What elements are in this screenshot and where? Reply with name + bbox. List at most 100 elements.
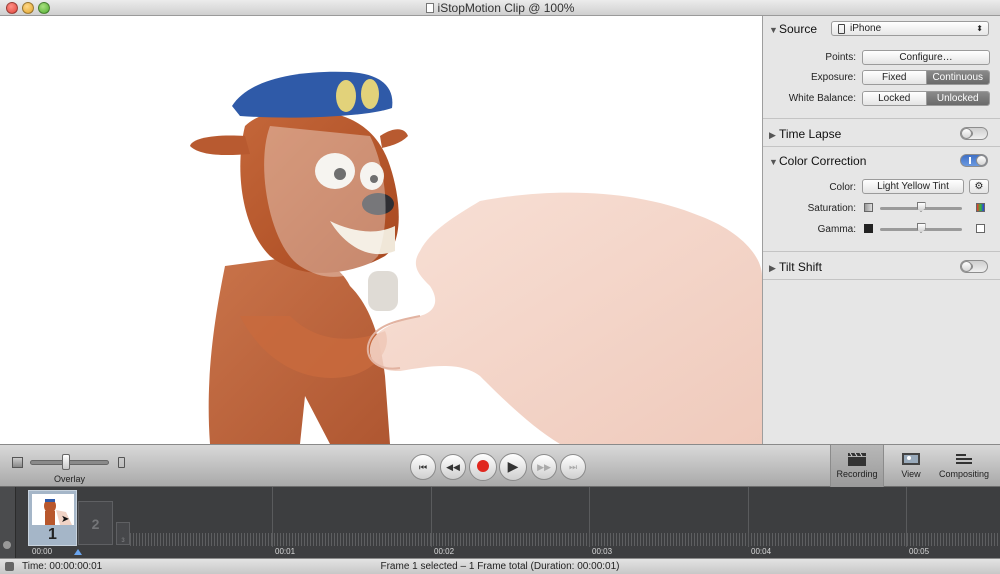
skip-to-end-icon: ⏭ [568, 462, 578, 472]
timeline-clock-icon [3, 541, 11, 549]
video-viewer[interactable] [0, 16, 762, 444]
gear-icon: ⚙ [974, 181, 984, 192]
gamma-label: Gamma: [817, 224, 856, 235]
inspector-panel: ▼Source iPhone ⬍ Points: Configure… Expo… [762, 16, 1000, 444]
timeline-second-tick [272, 487, 273, 547]
white-balance-segmented-control: Locked Unlocked [862, 91, 990, 106]
record-icon [477, 459, 489, 472]
document-icon [425, 3, 434, 13]
frame-number: 3 [121, 538, 125, 544]
on-icon [969, 157, 971, 164]
mouse-pointer-icon: ➤ [61, 514, 70, 525]
film-strip-icon [12, 457, 23, 468]
gamma-slider-knob[interactable] [916, 223, 926, 233]
record-button[interactable] [469, 453, 497, 481]
step-forward-button[interactable]: ▶▶ [531, 454, 557, 480]
recording-tool-label: Recording [836, 469, 878, 479]
light-gamma-icon [976, 224, 985, 233]
disclosure-triangle-closed-icon: ▶ [769, 130, 776, 140]
camera-preview-image [190, 71, 762, 444]
disclosure-triangle-open-icon: ▼ [769, 25, 778, 35]
tilt-shift-toggle[interactable] [960, 260, 988, 273]
play-button[interactable]: ▶ [499, 453, 527, 481]
window-title-text: iStopMotion Clip @ 100% [437, 1, 575, 15]
disclosure-triangle-open-icon: ▼ [769, 157, 778, 167]
section-divider [763, 118, 1000, 119]
skip-to-start-icon: ⏮ [418, 462, 428, 472]
control-bar: Overlay ⏮ ◀◀ ▶ ▶▶ ⏭ Recording View Compo… [0, 444, 1000, 487]
saturation-label: Saturation: [807, 203, 856, 214]
frame-number: 1 [48, 526, 57, 543]
toggle-knob [961, 128, 972, 139]
time-lapse-toggle[interactable] [960, 127, 988, 140]
color-correction-toggle[interactable] [960, 154, 988, 167]
time-label: 00:02 [434, 547, 455, 556]
time-lapse-heading: Time Lapse [779, 127, 842, 141]
tilt-shift-heading: Tilt Shift [779, 260, 822, 274]
color-settings-gear-button[interactable]: ⚙ [969, 179, 989, 194]
view-tool-label: View [901, 469, 921, 479]
points-label: Points: [825, 52, 856, 63]
white-balance-locked-option[interactable]: Locked [863, 92, 926, 105]
toggle-knob [961, 261, 972, 272]
selection-summary: Frame 1 selected – 1 Frame total (Durati… [380, 561, 620, 572]
color-correction-section-header[interactable]: ▼Color Correction [769, 154, 866, 168]
iphone-icon [838, 24, 845, 34]
clapperboard-icon [848, 452, 866, 466]
source-device-popup[interactable]: iPhone ⬍ [831, 21, 989, 36]
high-saturation-icon [976, 203, 985, 212]
white-balance-unlocked-option[interactable]: Unlocked [925, 92, 989, 105]
timeline-frame-2[interactable]: 2 [78, 501, 113, 545]
time-label: 00:00 [32, 547, 53, 556]
timeline-second-tick [431, 487, 432, 547]
layers-icon [956, 454, 972, 464]
exposure-segmented-control: Fixed Continuous [862, 70, 990, 85]
white-balance-label: White Balance: [788, 93, 856, 104]
step-back-button[interactable]: ◀◀ [440, 454, 466, 480]
tilt-shift-section-header[interactable]: ▶ Tilt Shift [769, 260, 822, 274]
timeline-frame-1[interactable]: ➤ 1 [28, 490, 77, 546]
overlay-slider-knob[interactable] [61, 454, 70, 470]
low-saturation-icon [864, 203, 873, 212]
configure-points-button[interactable]: Configure… [862, 50, 990, 65]
view-screen-icon [902, 453, 920, 465]
section-divider [763, 251, 1000, 252]
disclosure-triangle-closed-icon: ▶ [769, 263, 776, 273]
skip-to-start-button[interactable]: ⏮ [410, 454, 436, 480]
step-back-icon: ◀◀ [446, 462, 460, 472]
color-label: Color: [829, 182, 856, 193]
timeline-second-tick [589, 487, 590, 547]
view-tool-button[interactable]: View [884, 445, 938, 487]
frame-number: 2 [91, 516, 100, 532]
popup-arrows-icon: ⬍ [976, 24, 983, 33]
skip-to-end-button[interactable]: ⏭ [560, 454, 586, 480]
exposure-fixed-option[interactable]: Fixed [863, 71, 926, 84]
timeline-frame-3[interactable]: 3 [116, 522, 130, 545]
color-correction-heading: Color Correction [779, 154, 867, 168]
source-heading: Source [779, 22, 818, 36]
timeline-second-tick [748, 487, 749, 547]
playhead-marker-icon[interactable] [74, 549, 82, 555]
window-title: iStopMotion Clip @ 100% [0, 1, 1000, 15]
play-icon: ▶ [507, 458, 519, 474]
color-tint-button[interactable]: Light Yellow Tint [862, 179, 964, 194]
title-bar: iStopMotion Clip @ 100% [0, 0, 1000, 16]
source-section-header[interactable]: ▼Source [769, 22, 817, 36]
time-label: 00:04 [751, 547, 772, 556]
timeline-ruler [130, 533, 1000, 546]
dark-gamma-icon [864, 224, 873, 233]
time-lapse-section-header[interactable]: ▶ Time Lapse [769, 127, 841, 141]
saturation-slider-knob[interactable] [916, 202, 926, 212]
time-label: 00:05 [909, 547, 930, 556]
recording-tool-button[interactable]: Recording [830, 445, 884, 487]
timeline-second-tick [906, 487, 907, 547]
step-forward-icon: ▶▶ [537, 462, 551, 472]
compositing-tool-button[interactable]: Compositing [936, 445, 992, 487]
source-device-value: iPhone [850, 23, 882, 34]
exposure-continuous-option[interactable]: Continuous [925, 71, 989, 84]
section-divider [763, 279, 1000, 280]
timeline[interactable]: ➤ 1 2 3 00:00 00:01 00:02 00:03 00:04 00… [0, 487, 1000, 558]
overlay-label: Overlay [54, 474, 86, 484]
section-divider [763, 146, 1000, 147]
time-label: 00:03 [592, 547, 613, 556]
